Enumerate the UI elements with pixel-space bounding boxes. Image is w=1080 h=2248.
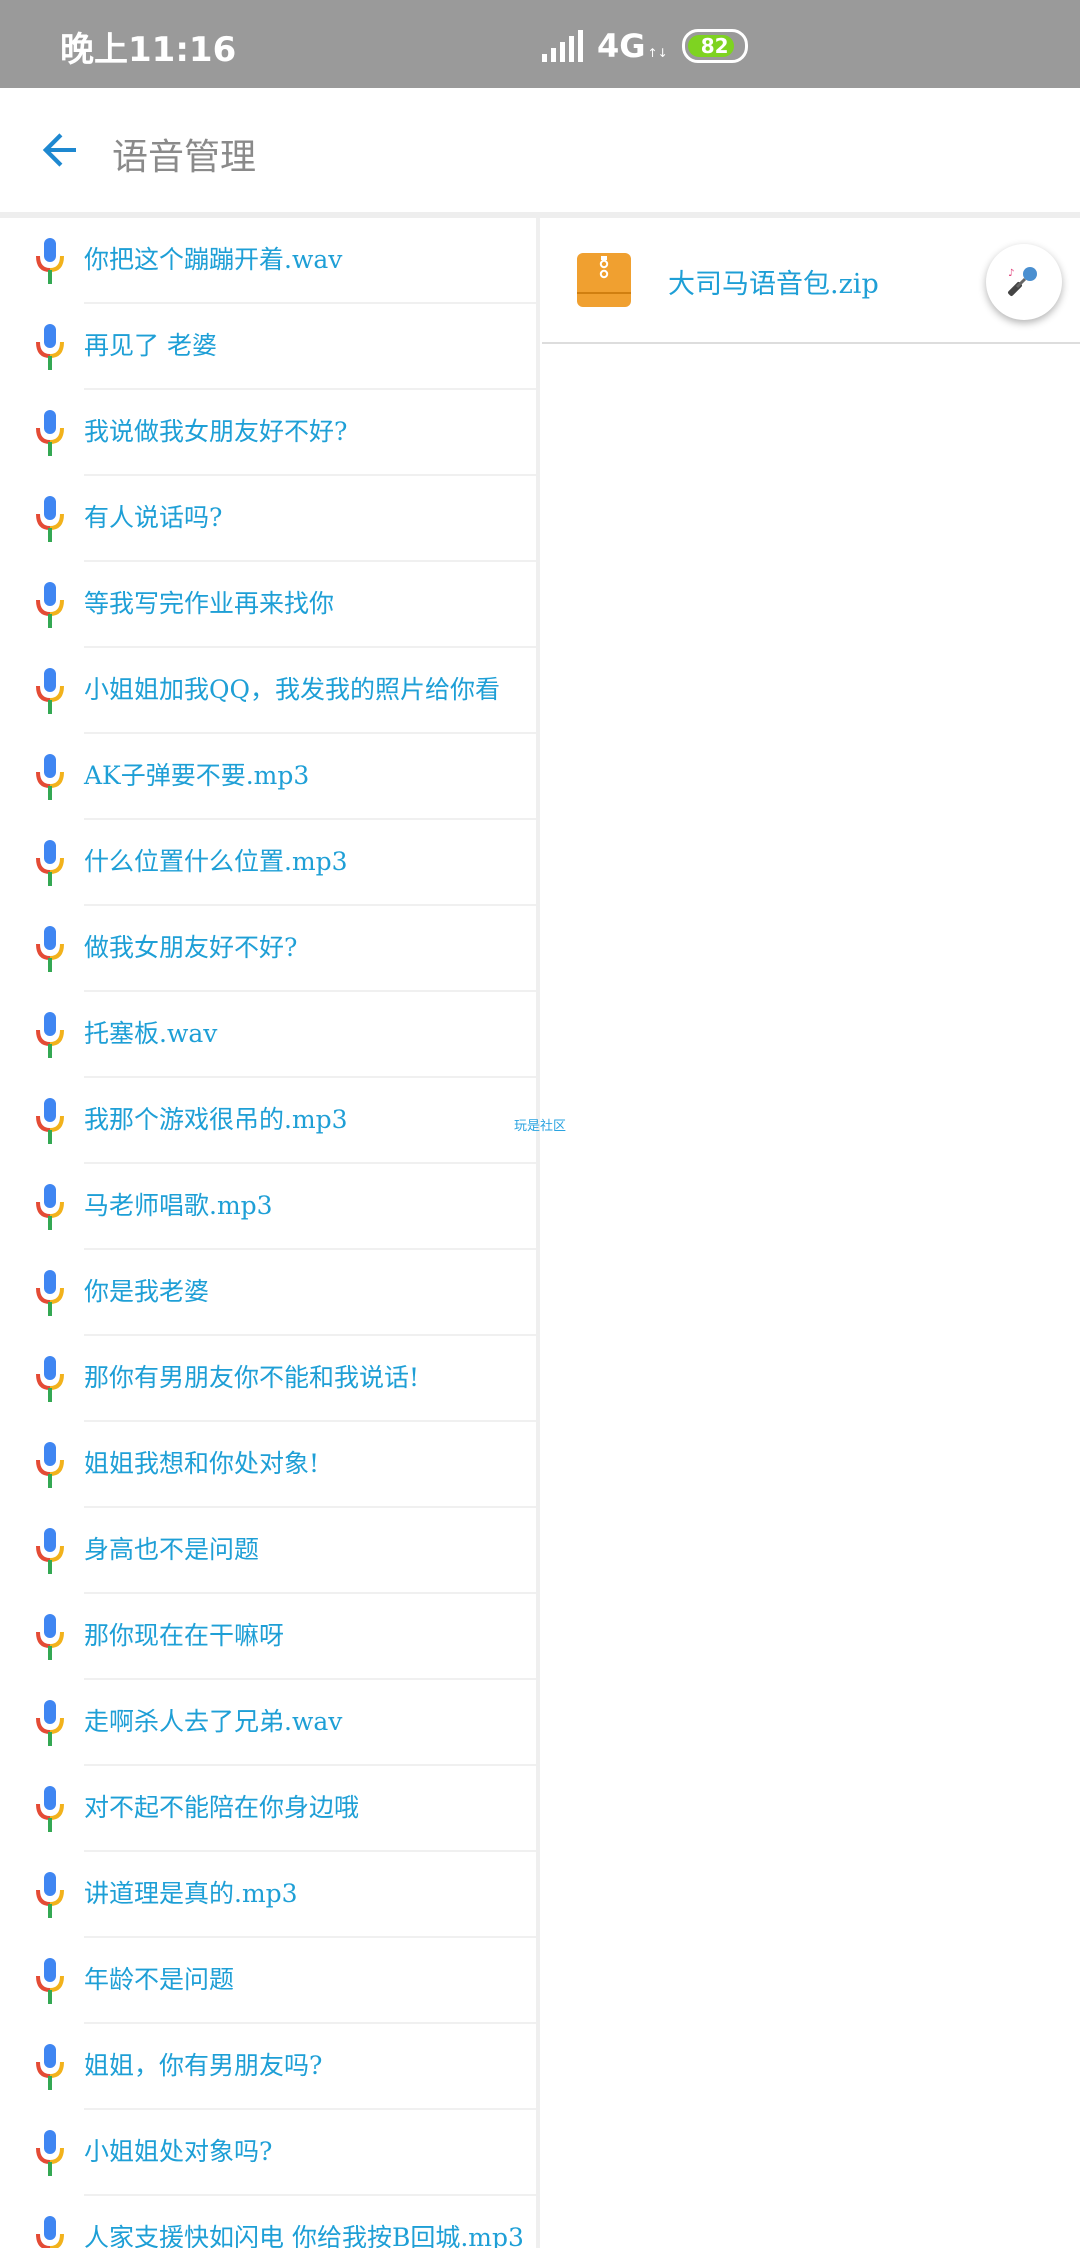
voice-item-label: 年龄不是问题 bbox=[84, 1965, 235, 1994]
voice-list-item[interactable]: 等我写完作业再来找你 bbox=[0, 562, 536, 648]
microphone-icon bbox=[36, 582, 64, 628]
voice-list-item[interactable]: 小姐姐加我QQ，我发我的照片给你看 bbox=[0, 648, 536, 734]
status-bar: 晚上11:16 4G ↑↓ 82 bbox=[0, 0, 1080, 88]
voice-list-item[interactable]: 我说做我女朋友好不好? bbox=[0, 390, 536, 476]
network-label: 4G bbox=[597, 27, 646, 65]
voice-item-label: 人家支援快如闪电 你给我按B回城.mp3 bbox=[84, 2223, 524, 2248]
voice-item-label: 有人说话吗? bbox=[84, 503, 223, 532]
app-bar: 语音管理 bbox=[0, 88, 1080, 218]
watermark-text: 玩是社区 bbox=[514, 1119, 567, 1134]
voice-list-item[interactable]: 姐姐我想和你处对象! bbox=[0, 1422, 536, 1508]
voice-item-label: 马老师唱歌.mp3 bbox=[84, 1191, 273, 1220]
voice-item-label: 讲道理是真的.mp3 bbox=[84, 1879, 298, 1908]
voice-list-item[interactable]: 姐姐，你有男朋友吗? bbox=[0, 2024, 536, 2110]
battery-level: 82 bbox=[700, 34, 729, 58]
signal-icon bbox=[542, 30, 583, 62]
voice-list-item[interactable]: 什么位置什么位置.mp3 bbox=[0, 820, 536, 906]
status-icons: 4G ↑↓ 82 bbox=[542, 26, 1080, 66]
voice-item-label: 做我女朋友好不好? bbox=[84, 933, 298, 962]
voice-list-item[interactable]: 人家支援快如闪电 你给我按B回城.mp3 bbox=[0, 2196, 536, 2248]
microphone-icon bbox=[36, 1700, 64, 1746]
voice-list-item[interactable]: 那你现在在干嘛呀 bbox=[0, 1594, 536, 1680]
microphone-icon bbox=[36, 2044, 64, 2090]
microphone-icon bbox=[36, 2216, 64, 2248]
microphone-icon bbox=[36, 2130, 64, 2176]
status-time: 晚上11:16 bbox=[60, 30, 237, 70]
voice-item-label: 我那个游戏很吊的.mp3 bbox=[84, 1105, 348, 1134]
microphone-icon bbox=[36, 410, 64, 456]
svg-text:♪: ♪ bbox=[1008, 268, 1014, 279]
voice-item-label: 姐姐我想和你处对象! bbox=[84, 1449, 320, 1478]
voice-list-item[interactable]: 再见了 老婆 bbox=[0, 304, 536, 390]
voice-list-item[interactable]: 小姐姐处对象吗? bbox=[0, 2110, 536, 2196]
voice-list-item[interactable]: 做我女朋友好不好? bbox=[0, 906, 536, 992]
karaoke-mic-icon: ♪ bbox=[1008, 267, 1037, 296]
voice-item-label: AK子弹要不要.mp3 bbox=[84, 761, 310, 790]
voice-list-item[interactable]: 对不起不能陪在你身边哦 bbox=[0, 1766, 536, 1852]
voice-item-label: 那你有男朋友你不能和我说话! bbox=[84, 1363, 420, 1392]
microphone-icon bbox=[36, 668, 64, 714]
voice-list-item[interactable]: 托塞板.wav bbox=[0, 992, 536, 1078]
voice-item-label: 再见了 老婆 bbox=[84, 331, 217, 360]
voice-list-item[interactable]: 有人说话吗? bbox=[0, 476, 536, 562]
back-button[interactable] bbox=[36, 126, 84, 174]
microphone-icon bbox=[36, 1958, 64, 2004]
microphone-icon bbox=[36, 1356, 64, 1402]
microphone-icon bbox=[36, 1528, 64, 1574]
microphone-icon bbox=[36, 1872, 64, 1918]
voice-item-label: 小姐姐加我QQ，我发我的照片给你看 bbox=[84, 675, 500, 704]
voice-item-label: 托塞板.wav bbox=[84, 1019, 218, 1048]
microphone-icon bbox=[36, 1442, 64, 1488]
microphone-icon bbox=[36, 1184, 64, 1230]
zip-file-name: 大司马语音包.zip bbox=[668, 269, 879, 300]
battery-icon: 82 bbox=[681, 29, 748, 63]
page-title: 语音管理 bbox=[112, 137, 257, 178]
microphone-icon bbox=[36, 1012, 64, 1058]
zip-archive-icon bbox=[577, 253, 631, 307]
voice-item-label: 你是我老婆 bbox=[84, 1277, 210, 1306]
microphone-icon bbox=[36, 1098, 64, 1144]
file-pane: 大司马语音包.zip bbox=[542, 218, 1080, 2248]
voice-item-label: 什么位置什么位置.mp3 bbox=[84, 847, 348, 876]
microphone-icon bbox=[36, 496, 64, 542]
voice-list-item[interactable]: 身高也不是问题 bbox=[0, 1508, 536, 1594]
microphone-icon bbox=[36, 324, 64, 370]
voice-list-item[interactable]: 年龄不是问题 bbox=[0, 1938, 536, 2024]
voice-item-label: 姐姐，你有男朋友吗? bbox=[84, 2051, 323, 2080]
voice-list-item[interactable]: 走啊杀人去了兄弟.wav bbox=[0, 1680, 536, 1766]
voice-item-label: 你把这个蹦蹦开着.wav bbox=[84, 245, 343, 274]
voice-list-item[interactable]: 那你有男朋友你不能和我说话! bbox=[0, 1336, 536, 1422]
voice-list-item[interactable]: 马老师唱歌.mp3 bbox=[0, 1164, 536, 1250]
arrow-left-icon bbox=[42, 133, 76, 167]
voice-list-item[interactable]: AK子弹要不要.mp3 bbox=[0, 734, 536, 820]
record-voice-button[interactable]: ♪ bbox=[986, 244, 1062, 320]
voice-item-label: 那你现在在干嘛呀 bbox=[84, 1621, 285, 1650]
voice-list-item[interactable]: 你把这个蹦蹦开着.wav bbox=[0, 218, 536, 304]
voice-list: 你把这个蹦蹦开着.wav 再见了 老婆 我说做我女朋友好不好? 有人说话吗? 等… bbox=[0, 218, 540, 2248]
voice-item-label: 我说做我女朋友好不好? bbox=[84, 417, 348, 446]
voice-item-label: 对不起不能陪在你身边哦 bbox=[84, 1793, 360, 1822]
microphone-icon bbox=[36, 1786, 64, 1832]
microphone-icon bbox=[36, 1270, 64, 1316]
voice-item-label: 身高也不是问题 bbox=[84, 1535, 260, 1564]
microphone-icon bbox=[36, 840, 64, 886]
voice-item-label: 走啊杀人去了兄弟.wav bbox=[84, 1707, 343, 1736]
voice-item-label: 小姐姐处对象吗? bbox=[84, 2137, 273, 2166]
network-indicator: 4G ↑↓ bbox=[597, 27, 668, 65]
microphone-icon bbox=[36, 926, 64, 972]
voice-list-item[interactable]: 我那个游戏很吊的.mp3 bbox=[0, 1078, 536, 1164]
voice-list-item[interactable]: 你是我老婆 bbox=[0, 1250, 536, 1336]
voice-list-item[interactable]: 讲道理是真的.mp3 bbox=[0, 1852, 536, 1938]
microphone-icon bbox=[36, 754, 64, 800]
microphone-icon bbox=[36, 238, 64, 284]
microphone-icon bbox=[36, 1614, 64, 1660]
voice-item-label: 等我写完作业再来找你 bbox=[84, 589, 335, 618]
